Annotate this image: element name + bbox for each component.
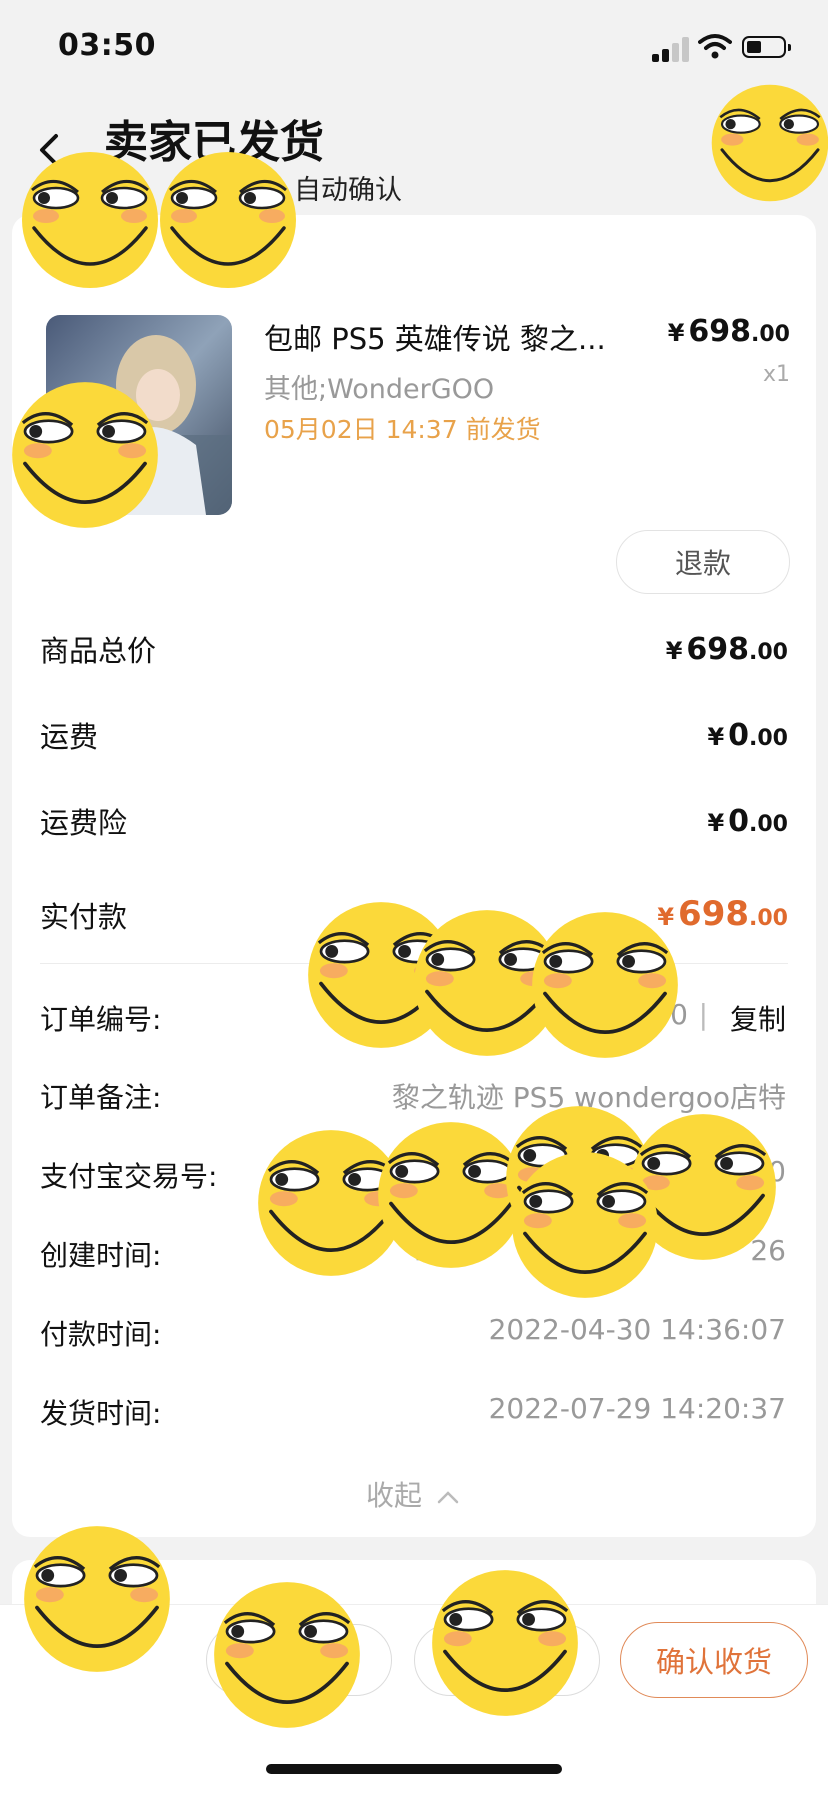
chevron-up-icon (437, 1491, 459, 1504)
smiley-sticker (212, 1580, 362, 1730)
product-title[interactable]: 包邮 PS5 英雄传说 黎之... (264, 316, 606, 358)
shipping-insurance-value: ¥0.00 (707, 804, 788, 839)
wifi-icon (698, 34, 732, 59)
paid-label: 实付款 (40, 900, 128, 934)
collapse-button[interactable]: 收起 (366, 1474, 459, 1514)
product-spec: 其他;WonderGOO (264, 374, 495, 405)
smiley-sticker (158, 150, 298, 290)
shipping-value: ¥0.00 (707, 718, 788, 753)
shipped-time-value: 2022-07-29 14:20:37 (488, 1392, 786, 1425)
collapse-label: 收起 (366, 1479, 423, 1512)
subtotal-value: ¥698.00 (665, 632, 788, 667)
refund-button[interactable]: 退款 (616, 530, 790, 594)
paid-time-value: 2022-04-30 14:36:07 (488, 1313, 786, 1346)
confirm-receipt-button[interactable]: 确认收货 (620, 1622, 808, 1698)
order-number-label: 订单编号: (40, 1003, 162, 1036)
status-time: 03:50 (58, 28, 156, 63)
smiley-sticker (510, 1150, 660, 1300)
product-quantity: x1 (762, 362, 790, 387)
smiley-sticker (530, 910, 680, 1060)
paid-time-label: 付款时间: (40, 1318, 162, 1351)
shipped-time-label: 发货时间: (40, 1397, 162, 1430)
smiley-sticker (710, 83, 828, 203)
product-price: ¥698.00 (667, 314, 790, 349)
created-label: 创建时间: (40, 1239, 162, 1272)
ship-deadline: 05月02日 14:37 前发货 (264, 415, 541, 444)
smiley-sticker (10, 380, 160, 530)
remark-label: 订单备注: (40, 1081, 162, 1114)
smiley-sticker (22, 1524, 172, 1674)
smiley-sticker (430, 1568, 580, 1718)
alipay-label: 支付宝交易号: (40, 1160, 218, 1193)
subtotal-label: 商品总价 (40, 634, 157, 668)
copy-button[interactable]: 复制 (730, 998, 786, 1038)
battery-icon (742, 36, 791, 58)
smiley-sticker (20, 150, 160, 290)
separator: | (698, 998, 708, 1031)
shipping-insurance-label: 运费险 (40, 806, 128, 840)
signal-icon (652, 36, 692, 62)
home-indicator (266, 1764, 562, 1774)
shipping-label: 运费 (40, 720, 99, 754)
